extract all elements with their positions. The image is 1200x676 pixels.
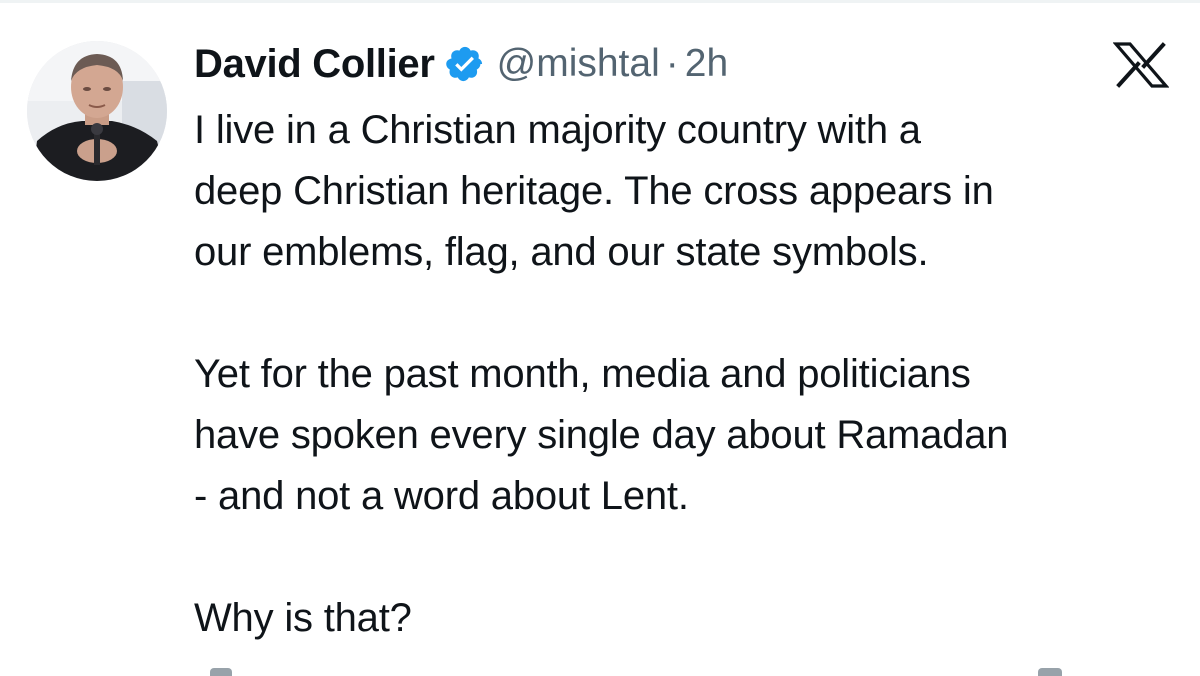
tweet-text: I live in a Christian majority country w… bbox=[194, 100, 1184, 649]
text-line: have spoken every single day about Ramad… bbox=[194, 413, 1009, 457]
action-bar-hint bbox=[1038, 668, 1062, 676]
paragraph-1: I live in a Christian majority country w… bbox=[194, 100, 1184, 283]
separator-dot: · bbox=[665, 42, 679, 85]
action-bar-hint bbox=[210, 668, 232, 676]
text-line: Why is that? bbox=[194, 596, 412, 640]
x-logo-icon[interactable] bbox=[1113, 42, 1169, 88]
timestamp[interactable]: 2h bbox=[685, 42, 728, 86]
display-name[interactable]: David Collier bbox=[194, 42, 435, 87]
avatar-photo bbox=[27, 41, 167, 181]
handle[interactable]: @mishtal bbox=[497, 42, 660, 86]
paragraph-3: Why is that? bbox=[194, 588, 1184, 649]
verified-badge-icon bbox=[445, 44, 485, 84]
text-line: I live in a Christian majority country w… bbox=[194, 108, 921, 152]
text-line: Yet for the past month, media and politi… bbox=[194, 352, 971, 396]
text-line: our emblems, flag, and our state symbols… bbox=[194, 230, 929, 274]
text-line: - and not a word about Lent. bbox=[194, 474, 689, 518]
text-line: deep Christian heritage. The cross appea… bbox=[194, 169, 994, 213]
tweet-header: David Collier @mishtal · 2h bbox=[194, 38, 728, 90]
top-divider bbox=[0, 0, 1200, 3]
paragraph-2: Yet for the past month, media and politi… bbox=[194, 344, 1184, 527]
avatar[interactable] bbox=[27, 41, 167, 181]
